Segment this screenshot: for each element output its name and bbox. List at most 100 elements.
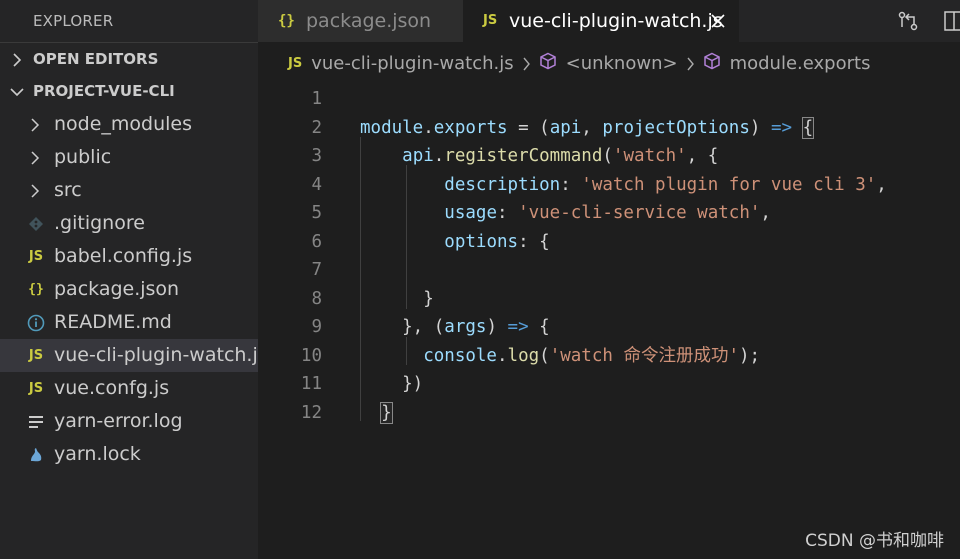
code-token: :: [496, 203, 519, 223]
chevron-right-icon: [522, 57, 531, 71]
tree-item-label: public: [54, 146, 112, 168]
open-changes-icon[interactable]: [896, 9, 920, 33]
code-token: api: [402, 146, 434, 166]
open-editors-label: OPEN EDITORS: [33, 50, 159, 68]
code-editor[interactable]: 1 2 module.exports = (api, projectOptions)…: [258, 85, 960, 559]
tree-item-vue-config[interactable]: JS vue.confg.js: [0, 372, 258, 405]
json-icon: {}: [278, 13, 295, 29]
code-line[interactable]: 10 console.log('watch 命令注册成功');: [258, 342, 960, 371]
code-text: module.exports = (api, projectOptions) =…: [360, 114, 815, 143]
chevron-right-icon: [9, 43, 25, 76]
code-line[interactable]: 5 usage: 'vue-cli-service watch',: [258, 199, 960, 228]
tree-item-label: src: [54, 179, 82, 201]
code-token: :: [560, 174, 582, 195]
js-icon: JS: [483, 13, 498, 28]
code-token: , {: [686, 146, 719, 166]
chevron-right-icon: [30, 174, 44, 207]
chevron-down-icon: [9, 75, 25, 108]
yarn-icon: [24, 438, 48, 471]
breadcrumb: JS vue-cli-plugin-watch.js <unknown> mod…: [258, 42, 960, 85]
line-number: 1: [311, 89, 322, 109]
line-number: 3: [311, 146, 322, 166]
tab-vue-cli-plugin-watch[interactable]: JS vue-cli-plugin-watch.js: [463, 0, 739, 42]
tree-item-package-json[interactable]: {} package.json: [0, 273, 258, 306]
code-token: 'watch 命令注册成功': [549, 345, 739, 366]
code-line[interactable]: 1: [258, 85, 960, 114]
code-token: args: [444, 317, 487, 337]
code-text: }, (args) => {: [360, 313, 550, 342]
tree-item-label: .gitignore: [54, 212, 145, 234]
breadcrumb-symbol-module-exports[interactable]: module.exports: [703, 52, 871, 75]
code-token: projectOptions: [602, 117, 750, 138]
symbol-module-icon: [539, 52, 557, 75]
project-folder-section[interactable]: PROJECT-VUE-CLI: [0, 75, 258, 108]
code-line[interactable]: 6 options: {: [258, 228, 960, 257]
code-token: =>: [507, 317, 529, 337]
tree-item-src[interactable]: src: [0, 174, 258, 207]
code-text: }: [360, 285, 434, 314]
code-token: module: [360, 117, 424, 138]
code-line[interactable]: 11 }): [258, 370, 960, 399]
code-token: (: [539, 345, 550, 366]
code-token: }, (: [360, 317, 445, 337]
code-line[interactable]: 12 }: [258, 399, 960, 428]
code-line[interactable]: 3 api.registerCommand('watch', {: [258, 142, 960, 171]
tree-item-yarn-lock[interactable]: yarn.lock: [0, 438, 258, 471]
tab-package-json[interactable]: {} package.json: [258, 0, 463, 42]
code-line[interactable]: 9 }, (args) => {: [258, 313, 960, 342]
chevron-right-icon: [30, 108, 44, 141]
code-text: }: [360, 399, 393, 428]
tree-item-label: yarn-error.log: [54, 410, 183, 432]
symbol-module-icon: [703, 52, 721, 75]
watermark: CSDN @书和咖啡: [805, 531, 944, 551]
breadcrumb-file[interactable]: JS vue-cli-plugin-watch.js: [288, 53, 514, 74]
code-token: log: [507, 345, 540, 366]
breadcrumb-symbol-label: <unknown>: [565, 53, 678, 74]
tree-item-public[interactable]: public: [0, 141, 258, 174]
json-icon: {}: [28, 282, 44, 297]
code-text: console.log('watch 命令注册成功');: [360, 342, 760, 371]
tree-item-readme[interactable]: README.md: [0, 306, 258, 339]
code-line[interactable]: 8 }: [258, 285, 960, 314]
split-editor-icon[interactable]: [942, 9, 960, 33]
code-line[interactable]: 4 description: 'watch plugin for vue cli…: [258, 171, 960, 200]
code-token: .: [496, 345, 508, 366]
code-token: 'watch': [612, 146, 687, 166]
tree-item-babel-config[interactable]: JS babel.config.js: [0, 240, 258, 273]
code-token: ,: [876, 174, 887, 195]
tree-item-gitignore[interactable]: .gitignore: [0, 207, 258, 240]
tree-item-label: README.md: [54, 311, 172, 333]
code-token: );: [738, 345, 761, 366]
close-icon[interactable]: [711, 0, 725, 42]
code-token: {: [528, 317, 550, 337]
code-token: ): [749, 117, 771, 138]
tree-item-node-modules[interactable]: node_modules: [0, 108, 258, 141]
code-token: 'watch plugin for vue cli 3': [581, 174, 877, 195]
code-token: .: [423, 117, 434, 138]
explorer-title: EXPLORER: [33, 12, 114, 30]
js-icon: JS: [28, 348, 44, 363]
line-number: 12: [300, 402, 322, 423]
tree-item-yarn-error-log[interactable]: yarn-error.log: [0, 405, 258, 438]
breadcrumb-symbol-label: module.exports: [729, 53, 871, 74]
code-token: ): [486, 317, 508, 337]
code-token: usage: [444, 203, 497, 223]
code-line[interactable]: 2 module.exports = (api, projectOptions) …: [258, 114, 960, 143]
tree-item-vue-cli-plugin-watch[interactable]: JS vue-cli-plugin-watch.js: [0, 339, 268, 372]
js-icon: JS: [28, 381, 44, 396]
tree-item-label: yarn.lock: [54, 443, 141, 465]
tab-label: vue-cli-plugin-watch.js: [509, 10, 723, 32]
tree-item-label: vue.confg.js: [54, 377, 170, 399]
open-editors-section[interactable]: OPEN EDITORS: [0, 42, 258, 75]
code-line[interactable]: 7: [258, 256, 960, 285]
code-token: ,: [581, 117, 603, 138]
breadcrumb-file-label: vue-cli-plugin-watch.js: [311, 53, 514, 74]
line-number: 2: [311, 117, 322, 138]
code-token: : {: [518, 231, 550, 252]
tree-item-label: vue-cli-plugin-watch.js: [54, 344, 268, 366]
code-token: 'vue-cli-service watch': [518, 203, 761, 223]
breadcrumb-symbol-unknown[interactable]: <unknown>: [539, 52, 678, 75]
code-token: description: [444, 174, 561, 195]
